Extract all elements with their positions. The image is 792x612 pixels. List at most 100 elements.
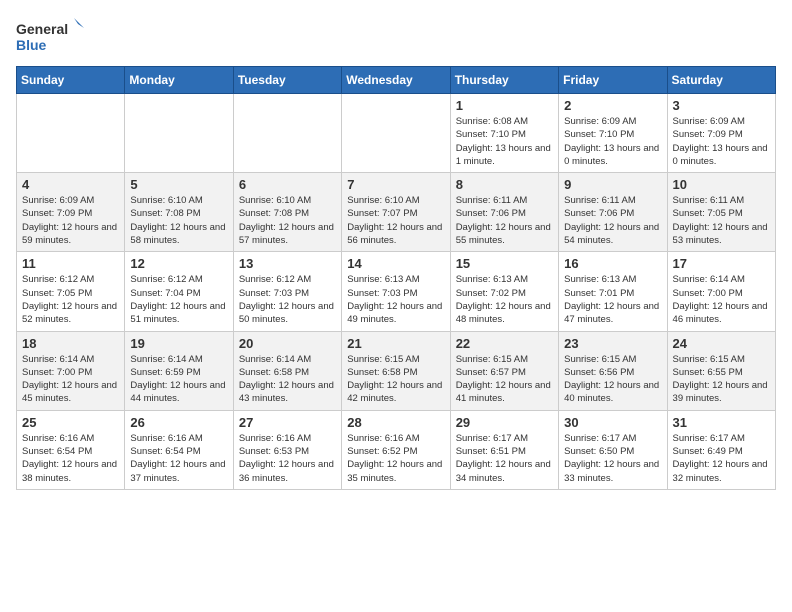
day-number: 26	[130, 415, 227, 430]
calendar-cell: 2Sunrise: 6:09 AM Sunset: 7:10 PM Daylig…	[559, 94, 667, 173]
day-info: Sunrise: 6:13 AM Sunset: 7:02 PM Dayligh…	[456, 273, 553, 326]
day-of-week-header: Sunday	[17, 67, 125, 94]
day-info: Sunrise: 6:17 AM Sunset: 6:50 PM Dayligh…	[564, 432, 661, 485]
day-info: Sunrise: 6:11 AM Sunset: 7:06 PM Dayligh…	[456, 194, 553, 247]
calendar-cell: 31 Sunrise: 6:17 AM Sunset: 6:49 PM Dayli…	[667, 410, 775, 489]
calendar-table: SundayMondayTuesdayWednesdayThursdayFrid…	[16, 66, 776, 490]
day-of-week-header: Friday	[559, 67, 667, 94]
day-info: Sunrise: 6:16 AM Sunset: 6:52 PM Dayligh…	[347, 432, 444, 485]
calendar-cell: 6 Sunrise: 6:10 AM Sunset: 7:08 PM Daylig…	[233, 173, 341, 252]
day-info: Sunrise: 6:10 AM Sunset: 7:08 PM Dayligh…	[239, 194, 336, 247]
calendar-cell: 18 Sunrise: 6:14 AM Sunset: 7:00 PM Dayli…	[17, 331, 125, 410]
day-number: 10	[673, 177, 770, 192]
calendar-cell: 8Sunrise: 6:11 AM Sunset: 7:06 PM Daylig…	[450, 173, 558, 252]
day-number: 19	[130, 336, 227, 351]
calendar-cell: 26 Sunrise: 6:16 AM Sunset: 6:54 PM Dayli…	[125, 410, 233, 489]
day-number: 1	[456, 98, 553, 113]
day-number: 29	[456, 415, 553, 430]
day-info: Sunrise: 6:16 AM Sunset: 6:54 PM Dayligh…	[130, 432, 227, 485]
calendar-cell: 23 Sunrise: 6:15 AM Sunset: 6:56 PM Dayli…	[559, 331, 667, 410]
day-number: 30	[564, 415, 661, 430]
calendar-week-row: 1 Sunrise: 6:08 AM Sunset: 7:10 PM Daylig…	[17, 94, 776, 173]
day-number: 16	[564, 256, 661, 271]
day-of-week-header: Tuesday	[233, 67, 341, 94]
day-number: 11	[22, 256, 119, 271]
calendar-cell: 11 Sunrise: 6:12 AM Sunset: 7:05 PM Dayli…	[17, 252, 125, 331]
day-number: 17	[673, 256, 770, 271]
day-of-week-header: Saturday	[667, 67, 775, 94]
day-number: 27	[239, 415, 336, 430]
day-info: Sunrise: 6:11 AM Sunset: 7:06 PM Dayligh…	[564, 194, 661, 247]
day-info: Sunrise: 6:15 AM Sunset: 6:58 PM Dayligh…	[347, 353, 444, 406]
calendar-cell: 29 Sunrise: 6:17 AM Sunset: 6:51 PM Dayli…	[450, 410, 558, 489]
calendar-week-row: 4 Sunrise: 6:09 AM Sunset: 7:09 PM Daylig…	[17, 173, 776, 252]
calendar-cell	[233, 94, 341, 173]
day-info: Sunrise: 6:13 AM Sunset: 7:01 PM Dayligh…	[564, 273, 661, 326]
calendar-cell	[125, 94, 233, 173]
calendar-cell: 21Sunrise: 6:15 AM Sunset: 6:58 PM Dayli…	[342, 331, 450, 410]
calendar-cell: 12 Sunrise: 6:12 AM Sunset: 7:04 PM Dayli…	[125, 252, 233, 331]
calendar-week-row: 11 Sunrise: 6:12 AM Sunset: 7:05 PM Dayli…	[17, 252, 776, 331]
day-info: Sunrise: 6:17 AM Sunset: 6:49 PM Dayligh…	[673, 432, 770, 485]
day-number: 28	[347, 415, 444, 430]
day-of-week-header: Thursday	[450, 67, 558, 94]
calendar-cell: 3Sunrise: 6:09 AM Sunset: 7:09 PM Daylig…	[667, 94, 775, 173]
day-info: Sunrise: 6:17 AM Sunset: 6:51 PM Dayligh…	[456, 432, 553, 485]
svg-text:Blue: Blue	[16, 37, 47, 53]
day-number: 5	[130, 177, 227, 192]
day-number: 2	[564, 98, 661, 113]
calendar-cell: 15 Sunrise: 6:13 AM Sunset: 7:02 PM Dayli…	[450, 252, 558, 331]
day-number: 18	[22, 336, 119, 351]
day-info: Sunrise: 6:11 AM Sunset: 7:05 PM Dayligh…	[673, 194, 770, 247]
day-number: 25	[22, 415, 119, 430]
day-info: Sunrise: 6:10 AM Sunset: 7:07 PM Dayligh…	[347, 194, 444, 247]
calendar-cell: 10 Sunrise: 6:11 AM Sunset: 7:05 PM Dayli…	[667, 173, 775, 252]
day-info: Sunrise: 6:16 AM Sunset: 6:54 PM Dayligh…	[22, 432, 119, 485]
calendar-week-row: 18 Sunrise: 6:14 AM Sunset: 7:00 PM Dayli…	[17, 331, 776, 410]
day-number: 24	[673, 336, 770, 351]
day-of-week-header: Monday	[125, 67, 233, 94]
calendar-cell: 19 Sunrise: 6:14 AM Sunset: 6:59 PM Dayli…	[125, 331, 233, 410]
day-of-week-header: Wednesday	[342, 67, 450, 94]
logo: GeneralBlue	[16, 16, 86, 56]
logo-svg: GeneralBlue	[16, 16, 86, 56]
day-info: Sunrise: 6:10 AM Sunset: 7:08 PM Dayligh…	[130, 194, 227, 247]
day-number: 20	[239, 336, 336, 351]
calendar-cell: 4 Sunrise: 6:09 AM Sunset: 7:09 PM Daylig…	[17, 173, 125, 252]
day-number: 7	[347, 177, 444, 192]
day-number: 13	[239, 256, 336, 271]
day-info: Sunrise: 6:08 AM Sunset: 7:10 PM Dayligh…	[456, 115, 553, 168]
day-info: Sunrise: 6:12 AM Sunset: 7:05 PM Dayligh…	[22, 273, 119, 326]
day-info: Sunrise: 6:15 AM Sunset: 6:57 PM Dayligh…	[456, 353, 553, 406]
svg-text:General: General	[16, 21, 68, 37]
calendar-cell: 30 Sunrise: 6:17 AM Sunset: 6:50 PM Dayli…	[559, 410, 667, 489]
calendar-cell	[342, 94, 450, 173]
day-number: 9	[564, 177, 661, 192]
day-info: Sunrise: 6:15 AM Sunset: 6:56 PM Dayligh…	[564, 353, 661, 406]
day-number: 31	[673, 415, 770, 430]
calendar-header-row: SundayMondayTuesdayWednesdayThursdayFrid…	[17, 67, 776, 94]
day-info: Sunrise: 6:14 AM Sunset: 6:59 PM Dayligh…	[130, 353, 227, 406]
day-info: Sunrise: 6:09 AM Sunset: 7:09 PM Dayligh…	[22, 194, 119, 247]
calendar-cell: 1 Sunrise: 6:08 AM Sunset: 7:10 PM Daylig…	[450, 94, 558, 173]
day-number: 22	[456, 336, 553, 351]
page-header: GeneralBlue	[16, 16, 776, 56]
day-info: Sunrise: 6:14 AM Sunset: 7:00 PM Dayligh…	[22, 353, 119, 406]
calendar-cell: 20 Sunrise: 6:14 AM Sunset: 6:58 PM Dayli…	[233, 331, 341, 410]
day-info: Sunrise: 6:12 AM Sunset: 7:04 PM Dayligh…	[130, 273, 227, 326]
calendar-cell: 27Sunrise: 6:16 AM Sunset: 6:53 PM Dayli…	[233, 410, 341, 489]
day-number: 15	[456, 256, 553, 271]
calendar-cell: 28 Sunrise: 6:16 AM Sunset: 6:52 PM Dayli…	[342, 410, 450, 489]
day-number: 6	[239, 177, 336, 192]
calendar-cell: 7 Sunrise: 6:10 AM Sunset: 7:07 PM Daylig…	[342, 173, 450, 252]
calendar-cell: 22 Sunrise: 6:15 AM Sunset: 6:57 PM Dayli…	[450, 331, 558, 410]
day-info: Sunrise: 6:14 AM Sunset: 6:58 PM Dayligh…	[239, 353, 336, 406]
day-info: Sunrise: 6:14 AM Sunset: 7:00 PM Dayligh…	[673, 273, 770, 326]
calendar-cell: 17 Sunrise: 6:14 AM Sunset: 7:00 PM Dayli…	[667, 252, 775, 331]
day-info: Sunrise: 6:09 AM Sunset: 7:09 PM Dayligh…	[673, 115, 770, 168]
day-number: 23	[564, 336, 661, 351]
day-info: Sunrise: 6:13 AM Sunset: 7:03 PM Dayligh…	[347, 273, 444, 326]
day-number: 12	[130, 256, 227, 271]
day-number: 4	[22, 177, 119, 192]
calendar-cell: 16 Sunrise: 6:13 AM Sunset: 7:01 PM Dayli…	[559, 252, 667, 331]
